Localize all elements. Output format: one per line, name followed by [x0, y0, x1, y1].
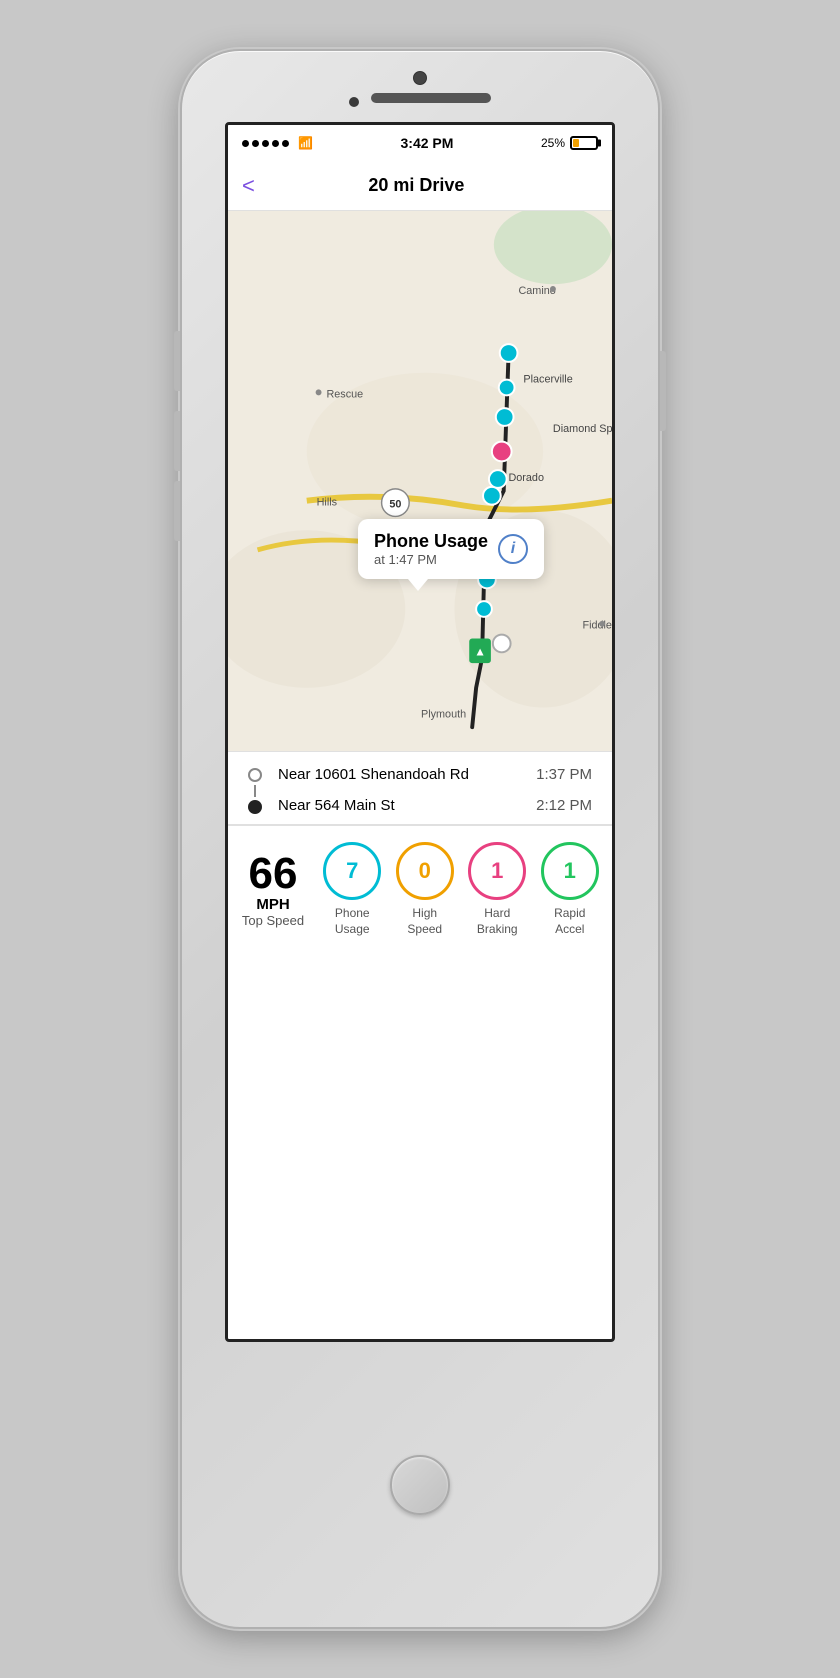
top-speed-block: 66 MPH Top Speed: [238, 852, 308, 928]
rapid-accel-label: RapidAccel: [554, 906, 585, 937]
hard-braking-circle: 1: [468, 842, 526, 900]
route-start-dot: [248, 768, 262, 782]
status-time: 3:42 PM: [401, 135, 454, 151]
route-stops: Near 10601 Shenandoah Rd 1:37 PM Near 56…: [278, 766, 592, 814]
route-line-col: [248, 766, 262, 814]
status-bar: 📶 3:42 PM 25%: [228, 125, 612, 161]
route-connector: [254, 785, 256, 797]
route-stop-origin: Near 10601 Shenandoah Rd 1:37 PM: [278, 766, 592, 783]
svg-text:Fiddletown: Fiddletown: [582, 620, 612, 632]
signal-dot: [242, 140, 249, 147]
battery-percentage: 25%: [541, 136, 565, 150]
top-speed-number: 66: [249, 852, 298, 896]
status-left: 📶: [242, 136, 313, 150]
rapid-accel-circle: 1: [541, 842, 599, 900]
page-title: 20 mi Drive: [265, 175, 568, 196]
signal-dot: [282, 140, 289, 147]
phone-usage-label: PhoneUsage: [335, 906, 370, 937]
signal-dot: [272, 140, 279, 147]
front-camera: [413, 71, 427, 85]
phone-frame: 📶 3:42 PM 25% < 20 mi Drive: [180, 49, 660, 1629]
svg-text:Rescue: Rescue: [326, 388, 363, 400]
route-end-dot: [248, 800, 262, 814]
svg-text:Diamond Springs: Diamond Springs: [553, 423, 612, 435]
nav-bar: < 20 mi Drive: [228, 161, 612, 211]
svg-text:Placerville: Placerville: [523, 374, 572, 386]
trip-route: Near 10601 Shenandoah Rd 1:37 PM Near 56…: [248, 766, 592, 814]
high-speed-circle: 0: [396, 842, 454, 900]
info-icon[interactable]: i: [498, 534, 528, 564]
signal-dot: [262, 140, 269, 147]
stat-high-speed: 0 HighSpeed: [393, 842, 458, 937]
status-right: 25%: [541, 136, 598, 150]
stat-phone-usage: 7 PhoneUsage: [320, 842, 385, 937]
destination-time: 2:12 PM: [536, 797, 592, 814]
back-button[interactable]: <: [242, 173, 255, 199]
destination-address: Near 564 Main St: [278, 797, 395, 814]
battery-icon: [570, 136, 598, 150]
earpiece-speaker: [371, 93, 491, 103]
map-tooltip: Phone Usage at 1:47 PM i: [358, 519, 544, 579]
origin-time: 1:37 PM: [536, 766, 592, 783]
stats-section: 66 MPH Top Speed 7 PhoneUsage 0 HighSpee…: [228, 826, 612, 953]
battery-fill: [573, 139, 579, 147]
screen: 📶 3:42 PM 25% < 20 mi Drive: [225, 122, 615, 1342]
svg-text:Hills: Hills: [317, 497, 338, 509]
home-button[interactable]: [390, 1455, 450, 1515]
svg-text:▲: ▲: [474, 644, 486, 658]
trip-details: Near 10601 Shenandoah Rd 1:37 PM Near 56…: [228, 752, 612, 825]
map-svg: 50 Rescue Hills Camino Placerville Diamo…: [228, 211, 612, 751]
stat-rapid-accel: 1 RapidAccel: [538, 842, 603, 937]
high-speed-label: HighSpeed: [407, 906, 442, 937]
front-cam-row: [349, 93, 491, 111]
svg-text:Plymouth: Plymouth: [421, 708, 466, 720]
svg-text:50: 50: [389, 499, 401, 511]
tooltip-text: Phone Usage at 1:47 PM: [374, 531, 488, 567]
tooltip-subtitle: at 1:47 PM: [374, 552, 488, 567]
svg-text:Camino: Camino: [518, 285, 555, 297]
stat-hard-braking: 1 HardBraking: [465, 842, 530, 937]
phone-usage-circle: 7: [323, 842, 381, 900]
phone-top: [182, 51, 658, 117]
route-stop-destination: Near 564 Main St 2:12 PM: [278, 797, 592, 814]
origin-address: Near 10601 Shenandoah Rd: [278, 766, 469, 783]
wifi-icon: 📶: [298, 136, 313, 150]
tooltip-title: Phone Usage: [374, 531, 488, 552]
top-speed-unit: MPH: [256, 896, 289, 913]
front-cam-dot: [349, 97, 359, 107]
signal-dot: [252, 140, 259, 147]
hard-braking-label: HardBraking: [477, 906, 518, 937]
top-speed-label: Top Speed: [242, 913, 304, 928]
signal-strength: [242, 140, 289, 147]
map-area[interactable]: 50 Rescue Hills Camino Placerville Diamo…: [228, 211, 612, 751]
phone-bottom: [390, 1342, 450, 1627]
